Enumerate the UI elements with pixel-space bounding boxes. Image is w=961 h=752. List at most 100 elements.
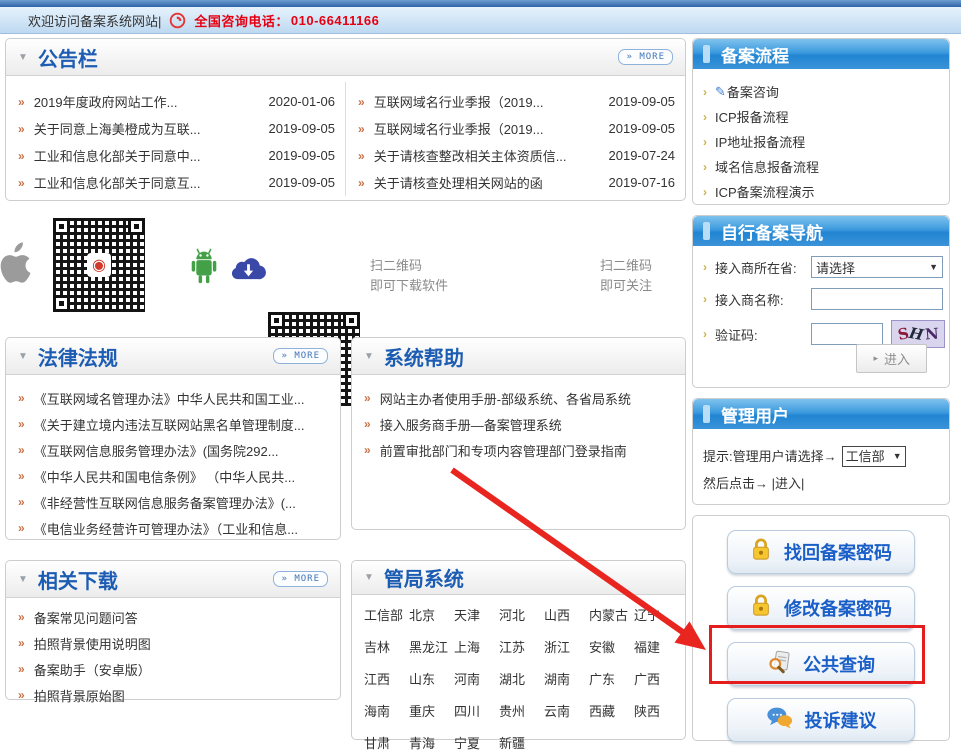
arrow-bullet-icon: › [703,110,707,124]
admin-user-select[interactable]: 工信部 ▼ [842,446,906,467]
download-link[interactable]: »拍照背景原始图 [18,682,330,708]
bureau-link[interactable]: 北京 [409,605,454,624]
bureau-link[interactable]: 湖南 [544,669,589,688]
chevron-down-icon: ▼ [893,443,902,470]
process-link[interactable]: ›域名信息报备流程 [703,154,941,179]
bureau-link[interactable]: 天津 [454,605,499,624]
qr-download-caption: 扫二维码 即可下载软件 [370,256,448,296]
bureau-link[interactable]: 上海 [454,637,499,656]
complaint-suggestion-button[interactable]: 投诉建议 [727,698,915,742]
arrow-bullet-icon: » [358,122,365,136]
law-link[interactable]: »《互联网信息服务管理办法》(国务院292... [18,437,330,463]
announcement-item[interactable]: » 关于请核查处理相关网站的函 2019-07-16 [358,169,675,196]
download-link-text: 备案常见问题问答 [34,608,138,627]
announcements-more-button[interactable]: » MORE [618,49,673,65]
captcha-input[interactable] [811,323,883,345]
bureau-link[interactable]: 广东 [589,669,634,688]
download-link[interactable]: »备案常见问题问答 [18,604,330,630]
arrow-bullet-icon: › [703,85,707,99]
triangle-icon: ▼ [18,574,28,585]
download-link[interactable]: »拍照背景使用说明图 [18,630,330,656]
law-link-text: 《互联网信息服务管理办法》(国务院292... [34,441,279,460]
bureau-link[interactable]: 重庆 [409,701,454,720]
process-link[interactable]: ›✎备案咨询 [703,79,941,104]
help-link[interactable]: »前置审批部门和专项内容管理部门登录指南 [364,437,675,463]
bureaus-header: ▼ 管局系统 [352,561,685,595]
process-link-text: 备案咨询 [727,82,779,101]
bureau-link[interactable]: 云南 [544,701,589,720]
admin-enter-link[interactable]: |进入| [772,476,805,491]
bureau-link[interactable]: 贵州 [499,701,544,720]
process-link-text: ICP备案流程演示 [715,182,815,201]
arrow-bullet-icon: » [364,443,371,457]
announcement-item[interactable]: » 2019年度政府网站工作... 2020-01-06 [18,88,335,115]
nav-enter-button[interactable]: ▸ 进入 [856,344,927,373]
bureau-link[interactable]: 湖北 [499,669,544,688]
process-panel: 备案流程 ›✎备案咨询 ›ICP报备流程 ›IP地址报备流程 ›域名信息报备流程… [692,38,950,205]
bureau-link[interactable]: 海南 [364,701,409,720]
help-link[interactable]: »接入服务商手册—备案管理系统 [364,411,675,437]
download-link-text: 拍照背景原始图 [34,686,125,705]
downloads-more-button[interactable]: » MORE [273,571,328,587]
lock-icon [750,593,772,623]
bureau-link[interactable]: 山东 [409,669,454,688]
process-link[interactable]: ›IP地址报备流程 [703,129,941,154]
bureau-link[interactable]: 山西 [544,605,589,624]
bureau-link[interactable]: 内蒙古 [589,605,634,624]
law-link[interactable]: »《互联网域名管理办法》中华人民共和国工业... [18,385,330,411]
arrow-bullet-icon: » [18,391,25,405]
download-link[interactable]: »备案助手（安卓版） [18,656,330,682]
bureau-link[interactable]: 四川 [454,701,499,720]
law-link[interactable]: »《关于建立境内违法互联网站黑名单管理制度... [18,411,330,437]
bureau-link[interactable]: 河南 [454,669,499,688]
bureau-link[interactable]: 陕西 [634,701,679,720]
announcement-item[interactable]: » 关于同意上海美橙成为互联... 2019-09-05 [18,115,335,142]
laws-more-button[interactable]: » MORE [273,348,328,364]
announcement-item[interactable]: » 工业和信息化部关于同意互... 2019-09-05 [18,169,335,196]
apple-logo-icon [0,242,32,291]
isp-name-input[interactable] [811,288,943,310]
laws-panel: ▼ 法律法规 » MORE »《互联网域名管理办法》中华人民共和国工业... »… [5,337,341,540]
law-link[interactable]: »《中华人民共和国电信条例》 （中华人民共... [18,463,330,489]
bureau-link[interactable]: 辽宁 [634,605,679,624]
bureau-link[interactable]: 西藏 [589,701,634,720]
announcement-date: 2019-09-05 [269,148,336,163]
recover-password-button[interactable]: 找回备案密码 [727,530,915,574]
announcement-title-text: 关于同意上海美橙成为互联... [34,119,201,138]
welcome-bar: 欢迎访问备案系统网站| 全国咨询电话：010-66411166 [0,7,961,34]
announcement-item[interactable]: » 关于请核查整改相关主体资质信... 2019-07-24 [358,142,675,169]
announcement-title-text: 工业和信息化部关于同意互... [34,173,201,192]
bureau-link[interactable]: 广西 [634,669,679,688]
bureau-link[interactable]: 浙江 [544,637,589,656]
bureau-link[interactable]: 吉林 [364,637,409,656]
change-password-button[interactable]: 修改备案密码 [727,586,915,630]
announcement-item[interactable]: » 工业和信息化部关于同意中... 2019-09-05 [18,142,335,169]
triangle-icon: ▼ [364,572,374,583]
bureaus-title: 管局系统 [384,563,464,592]
public-query-button[interactable]: 公共查询 [727,642,915,686]
arrow-bullet-icon: » [18,662,25,676]
bureau-link[interactable]: 黑龙江 [409,637,454,656]
bureau-link[interactable]: 福建 [634,637,679,656]
bureau-link[interactable]: 江西 [364,669,409,688]
law-link[interactable]: »《电信业务经营许可管理办法》（工业和信息... [18,515,330,541]
announcement-title-text: 2019年度政府网站工作... [34,92,178,111]
bureau-link[interactable]: 江苏 [499,637,544,656]
arrow-bullet-icon: » [18,122,25,136]
process-link[interactable]: ›ICP备案流程演示 [703,179,941,204]
bureau-link[interactable]: 工信部 [364,605,409,624]
help-link[interactable]: »网站主办者使用手册-部级系统、各省局系统 [364,385,675,411]
chevron-down-icon: ▼ [929,262,938,272]
laws-title: 法律法规 [38,342,118,371]
nav-title: 自行备案导航 [721,219,823,244]
province-select[interactable]: 请选择 ▼ [811,256,943,278]
arrow-bullet-icon: » [358,95,365,109]
law-link[interactable]: »《非经营性互联网信息服务备案管理办法》(... [18,489,330,515]
announcement-item[interactable]: » 互联网域名行业季报（2019... 2019-09-05 [358,115,675,142]
announcement-item[interactable]: » 互联网域名行业季报（2019... 2019-09-05 [358,88,675,115]
bureau-link[interactable]: 安徽 [589,637,634,656]
law-link-text: 《电信业务经营许可管理办法》（工业和信息... [34,519,298,538]
bureau-link[interactable]: 河北 [499,605,544,624]
chat-bubbles-icon [766,706,793,734]
process-link[interactable]: ›ICP报备流程 [703,104,941,129]
